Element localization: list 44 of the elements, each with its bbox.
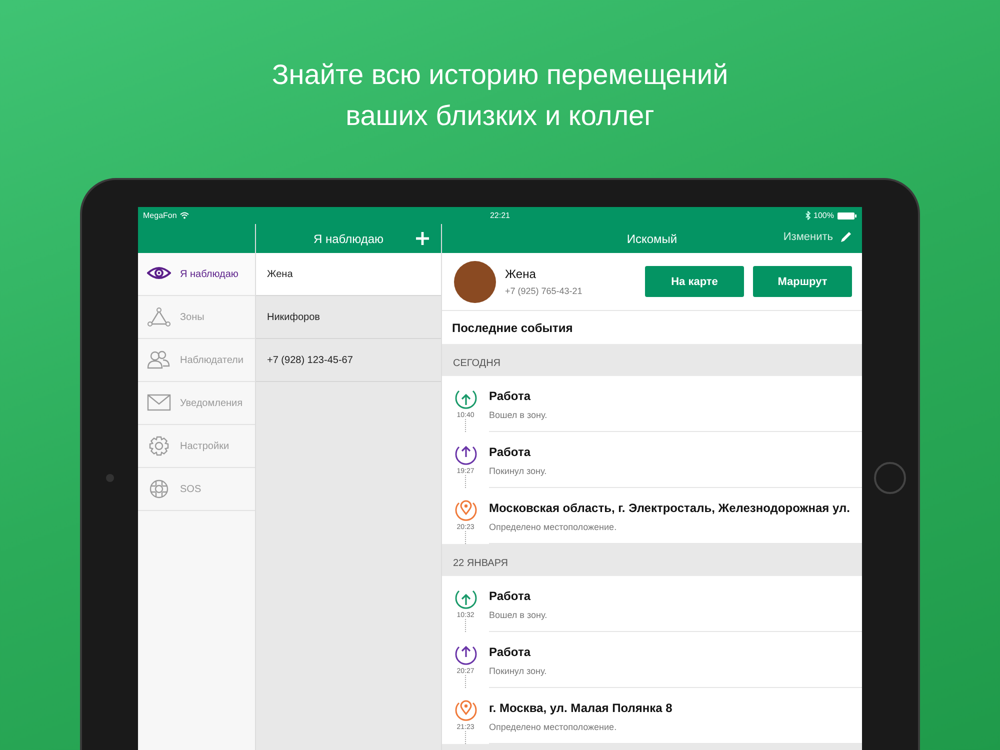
contact-phone: +7 (925) 765-43-21 (505, 286, 584, 296)
headline-text: Знайте всю историю перемещений (272, 58, 728, 92)
event-description: Покинул зону. (489, 466, 548, 476)
nav-title: Искомый (626, 232, 678, 246)
event-title: г. Москва, ул. Малая Полянка 8 (489, 701, 674, 715)
people-icon (147, 350, 171, 370)
bluetooth-icon (804, 211, 811, 220)
wifi-icon (180, 212, 189, 219)
route-button[interactable]: Маршрут (753, 266, 852, 297)
event-description: Вошел в зону. (489, 410, 548, 420)
settings-icon (147, 436, 171, 456)
edit-button[interactable]: Изменить (783, 231, 852, 243)
battery-percent: 100% (814, 211, 834, 220)
carrier-name: MegaFon (143, 211, 177, 220)
map-button[interactable]: На карте (645, 266, 744, 297)
event-title: Работа (489, 389, 532, 403)
triangle-nodes-icon (147, 307, 171, 327)
event-title: Московская область, г. Электросталь, Железнодорожная ул. (489, 501, 851, 515)
date-header: 22 ЯНВАРЯ (452, 557, 510, 571)
contact-item[interactable]: Жена (256, 253, 441, 296)
event-description: Покинул зону. (489, 666, 548, 676)
status-time: 22:21 (490, 211, 510, 220)
event-title: Работа (489, 645, 532, 659)
event-description: Вошел в зону. (489, 610, 548, 620)
contact-name: Жена (505, 267, 537, 281)
avatar-placeholder (454, 260, 496, 302)
event-title: Работа (489, 589, 532, 603)
location-pin-icon (454, 498, 478, 522)
section-title: Последние события (442, 311, 862, 344)
contact-item[interactable]: +7 (928) 123-45-67 (256, 339, 441, 382)
event-description: Определено местоположение. (489, 522, 618, 532)
location-pin-icon (454, 698, 478, 722)
headline-text: ваших близких и коллег (346, 99, 654, 133)
pencil-icon (840, 231, 852, 243)
envelope-icon (147, 393, 171, 413)
contact-item[interactable]: Никифоров (256, 296, 441, 339)
battery-icon (837, 212, 857, 220)
event-title: Работа (489, 445, 532, 459)
date-header: СЕГОДНЯ (452, 357, 502, 371)
lifebuoy-icon (147, 479, 171, 499)
camera-dot (106, 474, 114, 482)
nav-title: Я наблюдаю (313, 232, 384, 246)
event-description: Определено местоположение. (489, 722, 618, 732)
plus-icon[interactable] (416, 232, 429, 245)
